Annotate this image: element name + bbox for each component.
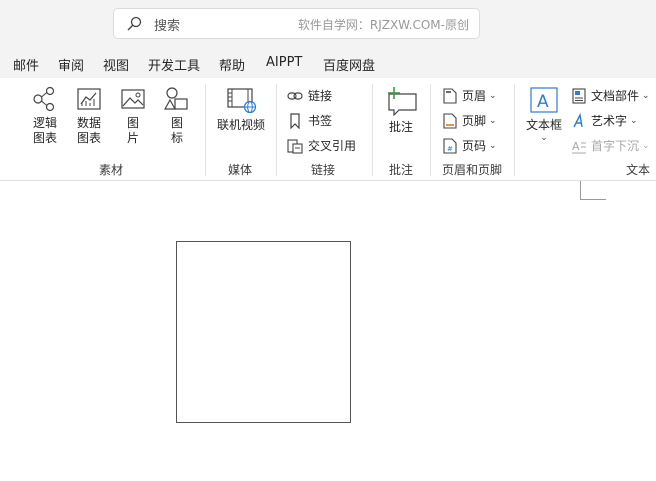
icons-label-1: 图	[170, 116, 183, 130]
document-parts-icon	[572, 87, 586, 104]
link-icon	[287, 91, 303, 100]
wordart-label: 艺术字	[591, 114, 628, 128]
bookmark-label: 书签	[308, 114, 333, 128]
text-box-label: 文本框	[525, 118, 562, 132]
online-video-label: 联机视频	[216, 118, 265, 132]
document-canvas[interactable]	[0, 181, 656, 481]
document-parts-label: 文档部件	[591, 89, 640, 103]
picture-label-2: 片	[126, 131, 139, 145]
rectangle-shape[interactable]	[176, 241, 351, 423]
cross-reference-icon	[287, 138, 303, 154]
data-chart-label-1: 数据	[76, 116, 101, 130]
page-number-icon: #	[443, 137, 457, 154]
group-separator	[372, 84, 373, 176]
tab-help[interactable]: 帮助	[219, 55, 245, 74]
wordart-button[interactable]: 艺术字 ⌄	[572, 112, 638, 129]
bookmark-icon	[290, 112, 300, 129]
document-parts-button[interactable]: 文档部件 ⌄	[572, 87, 650, 104]
data-chart-label-2: 图表	[76, 131, 101, 145]
chevron-down-icon: ⌄	[642, 90, 650, 101]
comment-label: 批注	[388, 120, 413, 134]
cross-reference-button[interactable]: 交叉引用	[287, 137, 356, 154]
chart-icon	[77, 88, 101, 110]
search-box[interactable]: 搜索 软件自学网：RJZXW.COM-原创	[113, 8, 480, 39]
data-chart-button[interactable]: 数据 图表	[74, 86, 104, 146]
watermark-text: 软件自学网：RJZXW.COM-原创	[297, 18, 469, 32]
page-margin-marker	[580, 181, 606, 200]
ribbon: 逻辑 图表 数据 图表 图 片 图 标 素材 联机视频 媒体 链接 书签 交叉引…	[0, 78, 656, 181]
group-label-meiti: 媒体	[228, 163, 253, 177]
picture-icon	[121, 89, 145, 109]
chevron-down-icon: ⌄	[642, 140, 650, 151]
link-label: 链接	[308, 89, 333, 103]
text-box-icon: A	[530, 87, 558, 113]
icons-label-2: 标	[170, 131, 183, 145]
logic-chart-label-2: 图表	[32, 131, 57, 145]
tab-baidu-netdisk[interactable]: 百度网盘	[323, 55, 375, 74]
drop-cap-icon: A	[572, 140, 586, 153]
footer-label: 页脚	[462, 114, 487, 128]
chevron-down-icon: ⌄	[489, 115, 497, 126]
text-box-button[interactable]: A 文本框 ⌄	[524, 86, 564, 143]
online-video-button[interactable]: 联机视频	[214, 86, 268, 133]
header-icon	[443, 87, 457, 104]
group-label-header-footer: 页眉和页脚	[442, 163, 503, 177]
group-separator	[430, 84, 431, 176]
smartart-icon	[33, 86, 55, 112]
online-video-icon	[227, 88, 257, 114]
picture-button[interactable]: 图 片	[118, 86, 148, 146]
group-separator	[205, 84, 206, 176]
header-label: 页眉	[462, 89, 487, 103]
search-placeholder: 搜索	[154, 19, 181, 34]
icons-button[interactable]: 图 标	[162, 86, 192, 146]
footer-button[interactable]: 页脚 ⌄	[443, 112, 497, 129]
logic-chart-label-1: 逻辑	[32, 116, 57, 130]
chevron-down-icon: ⌄	[489, 140, 497, 151]
menu-tabs: 邮件 审阅 视图 开发工具 帮助 AIPPT 百度网盘	[0, 48, 656, 78]
group-label-sucai: 素材	[99, 163, 124, 177]
chevron-down-icon: ⌄	[630, 115, 638, 126]
svg-text:A: A	[572, 140, 580, 153]
comment-icon	[388, 87, 417, 117]
wordart-icon	[573, 112, 583, 127]
group-separator	[276, 84, 277, 176]
logic-chart-button[interactable]: 逻辑 图表	[30, 86, 60, 146]
tab-review[interactable]: 审阅	[58, 55, 84, 74]
group-label-pizhu: 批注	[389, 163, 414, 177]
bookmark-button[interactable]: 书签	[287, 112, 332, 129]
picture-label-1: 图	[126, 116, 139, 130]
svg-text:A: A	[537, 92, 549, 112]
group-label-wenben: 文本	[626, 163, 651, 177]
drop-cap-button[interactable]: A 首字下沉 ⌄	[572, 137, 650, 154]
group-label-lianjie: 链接	[311, 163, 336, 177]
page-number-label: 页码	[462, 139, 487, 153]
link-button[interactable]: 链接	[287, 87, 332, 104]
tab-aippt[interactable]: AIPPT	[266, 55, 302, 70]
chevron-down-icon: ⌄	[540, 133, 548, 143]
drop-cap-label: 首字下沉	[591, 139, 640, 153]
footer-icon	[443, 112, 457, 129]
svg-text:#: #	[447, 145, 453, 153]
tab-view[interactable]: 视图	[103, 55, 129, 74]
tab-mail[interactable]: 邮件	[13, 55, 39, 74]
group-separator	[514, 84, 515, 176]
title-bar: 搜索 软件自学网：RJZXW.COM-原创	[0, 0, 656, 48]
tab-developer[interactable]: 开发工具	[148, 55, 200, 74]
shapes-icon	[163, 87, 188, 110]
chevron-down-icon: ⌄	[489, 90, 497, 101]
search-icon	[127, 16, 142, 31]
comment-button[interactable]: 批注	[382, 86, 420, 135]
page-number-button[interactable]: # 页码 ⌄	[443, 137, 497, 154]
cross-reference-label: 交叉引用	[308, 139, 357, 153]
header-button[interactable]: 页眉 ⌄	[443, 87, 497, 104]
